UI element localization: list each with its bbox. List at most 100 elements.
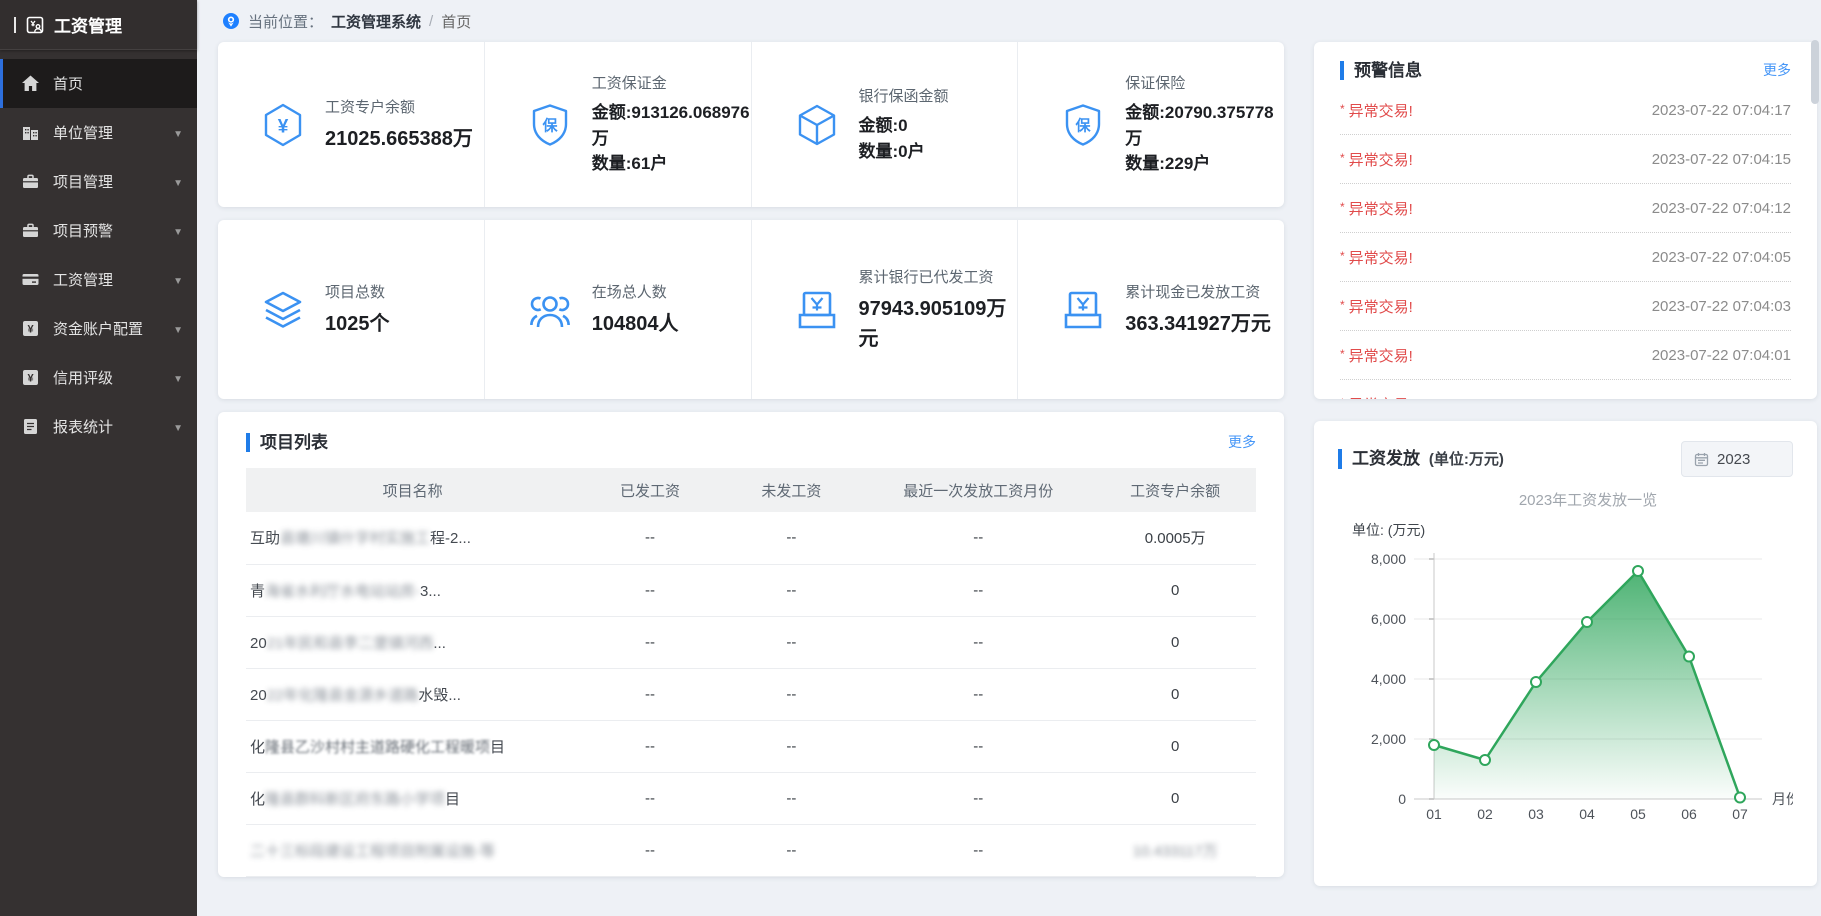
redacted-text: 县塘川镇什字村实施工 (280, 530, 430, 547)
unpaid-wage-cell: -- (721, 824, 862, 876)
stats-row-1: ¥ 工资专户余额21025.665388万保 工资保证金金额:913126.06… (218, 42, 1284, 207)
svg-text:07: 07 (1732, 806, 1748, 822)
projects-table: 项目名称已发工资未发工资最近一次发放工资月份工资专户余额 互助县塘川镇什字村实施… (246, 468, 1256, 877)
alert-item[interactable]: *异常交易! 2023-07-22 07:04:03 (1340, 282, 1791, 331)
stat-value: 金额:913126.068976万 (592, 100, 751, 151)
sidebar-item-7[interactable]: 报表统计 ▼ (0, 402, 197, 451)
svg-text:保: 保 (1075, 116, 1092, 134)
alerts-title: 预警信息 (1340, 61, 1422, 80)
sidebar-item-4[interactable]: 工资管理 ▼ (0, 255, 197, 304)
sidebar-item-2[interactable]: 项目管理 ▼ (0, 157, 197, 206)
redacted-text: 二十三标段建设工程项目附属设施-等 (250, 843, 495, 860)
stat-value: 金额:20790.375778万 (1125, 100, 1284, 151)
projects-title: 项目列表 (246, 433, 328, 452)
redacted-text: 海省水利厅水电站站房- (265, 583, 420, 600)
alerts-more-link[interactable]: 更多 (1763, 60, 1791, 80)
breadcrumb-current[interactable]: 首页 (441, 11, 471, 32)
sidebar-item-label: 项目管理 (53, 171, 173, 192)
cash-yen-icon (794, 287, 840, 333)
alert-item[interactable]: *异常交易! 2023-07-22 07:04:05 (1340, 233, 1791, 282)
sidebar-item-1[interactable]: 单位管理 ▼ (0, 108, 197, 157)
stat-card: 累计现金已发放工资363.341927万元 (1017, 220, 1284, 399)
stat-label: 累计现金已发放工资 (1125, 281, 1271, 302)
chevron-down-icon: ▼ (173, 320, 183, 337)
alert-text: *异常交易! (1340, 394, 1413, 400)
sidebar-menu: 首页 单位管理 ▼ 项目管理 ▼ 项目预警 ▼ 工资管理 ▼¥ 资金账户配置 ▼… (0, 50, 197, 451)
table-row: 青海省水利厅水电站站房-3... -- -- -- 0 (246, 564, 1256, 616)
svg-text:03: 03 (1528, 806, 1544, 822)
alert-timestamp: 2023-07-22 07:03:50 (1652, 396, 1791, 400)
alert-timestamp: 2023-07-22 07:04:17 (1652, 102, 1791, 119)
briefcase-icon (21, 221, 40, 240)
breadcrumb: 当前位置： 工资管理系统 / 首页 (197, 0, 1821, 42)
stat-value: 97943.905109万元 (859, 294, 1018, 354)
paid-wage-cell: -- (579, 720, 720, 772)
sidebar-item-home[interactable]: 首页 (0, 59, 197, 108)
app-logo-icon (25, 15, 45, 35)
stat-value: 1025个 (325, 309, 390, 339)
account-balance-cell: 0.0005万 (1094, 512, 1256, 564)
scrollbar-thumb[interactable] (1811, 40, 1819, 104)
project-name-cell: 化隆县群科新区府东路小学项目 (246, 772, 579, 824)
credit-card-icon (21, 270, 40, 289)
sidebar-item-6[interactable]: ¥ 信用评级 ▼ (0, 353, 197, 402)
column-header: 项目名称 (246, 468, 579, 512)
last-pay-month-cell: -- (862, 564, 1094, 616)
table-row: 2022年化隆县金源乡道路水毁... -- -- -- 0 (246, 668, 1256, 720)
sidebar-item-label: 工资管理 (53, 269, 173, 290)
table-row: 化隆县乙沙村村主道路硬化工程暖项目 -- -- -- 0 (246, 720, 1256, 772)
unpaid-wage-cell: -- (721, 668, 862, 720)
redacted-text: 22年化隆县金源乡道路 (267, 687, 419, 704)
alert-item[interactable]: *异常交易! 2023-07-22 07:04:15 (1340, 135, 1791, 184)
svg-text:月份: 月份 (1772, 791, 1793, 807)
column-header: 已发工资 (579, 468, 720, 512)
alert-text: *异常交易! (1340, 247, 1413, 268)
last-pay-month-cell: -- (862, 720, 1094, 772)
stat-value: 金额:0 (859, 113, 949, 139)
alert-timestamp: 2023-07-22 07:04:12 (1652, 200, 1791, 217)
table-row: 化隆县群科新区府东路小学项目 -- -- -- 0 (246, 772, 1256, 824)
year-picker[interactable]: 2023 (1681, 441, 1793, 477)
paid-wage-cell: -- (579, 824, 720, 876)
project-name-cell: 互助县塘川镇什字村实施工程-2... (246, 512, 579, 564)
stat-label: 保证保险 (1125, 72, 1284, 93)
chevron-down-icon: ▼ (173, 124, 183, 141)
alert-timestamp: 2023-07-22 07:04:05 (1652, 249, 1791, 266)
asterisk-icon: * (1340, 249, 1345, 263)
projects-panel: 项目列表 更多 项目名称已发工资未发工资最近一次发放工资月份工资专户余额 互助县… (218, 412, 1284, 877)
breadcrumb-root[interactable]: 工资管理系统 (331, 11, 421, 32)
shield-bao-icon: 保 (1060, 102, 1106, 148)
svg-text:04: 04 (1579, 806, 1595, 822)
sidebar-item-5[interactable]: ¥ 资金账户配置 ▼ (0, 304, 197, 353)
alert-item[interactable]: *异常交易! 2023-07-22 07:04:01 (1340, 331, 1791, 380)
redacted-text: 21年民和县李二堡镇河西 (267, 635, 434, 652)
asterisk-icon: * (1340, 298, 1345, 312)
svg-text:0: 0 (1398, 791, 1406, 807)
table-row: 互助县塘川镇什字村实施工程-2... -- -- -- 0.0005万 (246, 512, 1256, 564)
stat-card: 在场总人数104804人 (484, 220, 751, 399)
asterisk-icon: * (1340, 102, 1345, 116)
alert-item[interactable]: *异常交易! 2023-07-22 07:03:50 (1340, 380, 1791, 399)
projects-more-link[interactable]: 更多 (1228, 432, 1256, 452)
alert-item[interactable]: *异常交易! 2023-07-22 07:04:17 (1340, 86, 1791, 135)
svg-text:02: 02 (1477, 806, 1493, 822)
alert-item[interactable]: *异常交易! 2023-07-22 07:04:12 (1340, 184, 1791, 233)
asterisk-icon: * (1340, 151, 1345, 165)
stat-card: 保 工资保证金金额:913126.068976万数量:61户 (484, 42, 751, 207)
stat-card: 银行保函金额金额:0数量:0户 (751, 42, 1018, 207)
table-row: 二十三标段建设工程项目附属设施-等 -- -- -- 10.433117万 (246, 824, 1256, 876)
chart-title: 工资发放 (单位:万元) (1338, 449, 1504, 469)
svg-text:2,000: 2,000 (1371, 731, 1406, 747)
salary-chart-panel: 工资发放 (单位:万元) 2023 (1314, 421, 1817, 886)
stat-label: 项目总数 (325, 281, 390, 302)
redacted-text: 隆县乙沙村村主道路硬化工程暖项 (265, 739, 490, 756)
home-icon (21, 74, 40, 93)
yen-square-icon: ¥ (21, 319, 40, 338)
unpaid-wage-cell: -- (721, 720, 862, 772)
sidebar-item-3[interactable]: 项目预警 ▼ (0, 206, 197, 255)
unpaid-wage-cell: -- (721, 616, 862, 668)
svg-text:6,000: 6,000 (1371, 611, 1406, 627)
paid-wage-cell: -- (579, 512, 720, 564)
project-name-cell: 二十三标段建设工程项目附属设施-等 (246, 824, 579, 876)
svg-text:单位: (万元): 单位: (万元) (1352, 522, 1425, 538)
